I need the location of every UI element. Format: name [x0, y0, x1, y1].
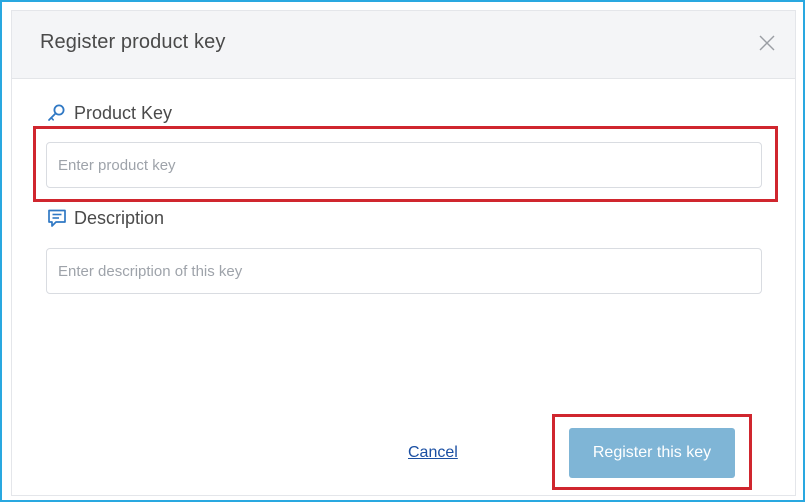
product-key-label-text: Product Key — [74, 102, 173, 123]
close-button[interactable] — [755, 31, 779, 55]
description-label: Description — [46, 207, 164, 229]
cancel-link[interactable]: Cancel — [408, 444, 458, 462]
register-key-button[interactable]: Register this key — [569, 428, 735, 478]
key-icon — [46, 102, 68, 124]
dialog-title: Register product key — [40, 31, 226, 53]
product-key-input[interactable] — [46, 142, 762, 188]
product-key-label: Product Key — [46, 102, 172, 124]
comment-icon — [46, 207, 68, 229]
screenshot-frame: Register product key Product Key Enter p… — [0, 0, 805, 502]
close-icon — [759, 35, 775, 51]
dialog-header: Register product key — [12, 11, 795, 79]
description-input[interactable] — [46, 248, 762, 294]
description-label-text: Description — [74, 207, 165, 228]
